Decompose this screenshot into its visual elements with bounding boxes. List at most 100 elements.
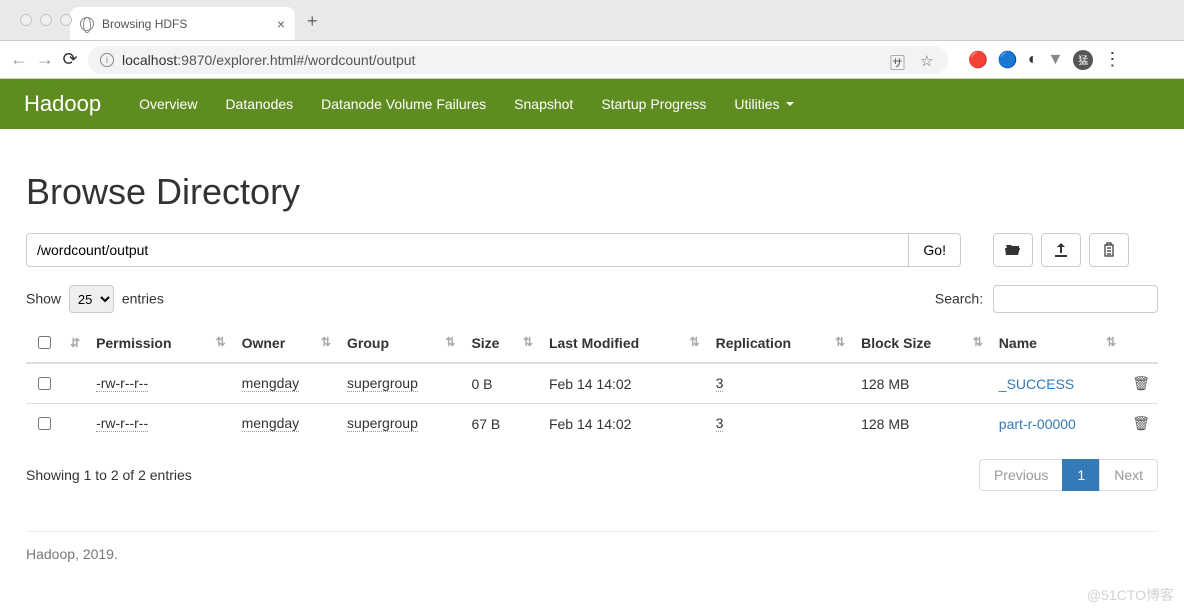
col-group[interactable]: Group⇅ <box>339 323 463 363</box>
col-size[interactable]: Size⇅ <box>463 323 540 363</box>
select-all-checkbox[interactable] <box>38 336 51 349</box>
window-controls[interactable] <box>8 14 84 26</box>
close-tab-icon[interactable]: × <box>277 16 285 32</box>
upload-icon <box>1053 242 1069 258</box>
url-host: localhost <box>122 52 177 68</box>
blocksize-text: 128 MB <box>853 404 991 444</box>
extension-icon-2[interactable]: 🔵 <box>998 50 1018 70</box>
permission-text[interactable]: -rw-r--r-- <box>96 415 148 432</box>
trash-icon[interactable]: 🗑 <box>1132 415 1150 431</box>
sort-icon: ⇅ <box>690 335 700 349</box>
forward-button[interactable]: → <box>36 49 52 70</box>
owner-text[interactable]: mengday <box>242 375 300 392</box>
page-title: Browse Directory <box>26 171 1158 213</box>
sort-icon: ⇅ <box>445 335 455 349</box>
previous-button[interactable]: Previous <box>979 459 1063 491</box>
url-bar: ← → ⟳ i localhost:9870/explorer.html#/wo… <box>0 41 1184 79</box>
sort-icon: ⇅ <box>216 335 226 349</box>
col-permission[interactable]: Permission⇅ <box>88 323 234 363</box>
col-owner[interactable]: Owner⇅ <box>234 323 339 363</box>
length-select[interactable]: 25 <box>69 285 114 313</box>
url-path: :9870/explorer.html#/wordcount/output <box>177 52 415 68</box>
extension-icon-3[interactable]: ◐ <box>1028 51 1038 69</box>
menu-icon[interactable]: ⋮ <box>1103 49 1119 70</box>
footer-text: Hadoop, 2019. <box>26 546 1158 562</box>
brand-label[interactable]: Hadoop <box>24 91 101 117</box>
browser-tab[interactable]: Browsing HDFS × <box>70 7 295 40</box>
sort-icon: ⇅ <box>835 335 845 349</box>
table-row: -rw-r--r-- mengday supergroup 67 B Feb 1… <box>26 404 1158 444</box>
chevron-down-icon <box>786 102 794 106</box>
nav-volume-failures[interactable]: Datanode Volume Failures <box>307 79 500 129</box>
hadoop-navbar: Hadoop Overview Datanodes Datanode Volum… <box>0 79 1184 129</box>
modified-text: Feb 14 14:02 <box>541 363 708 404</box>
row-checkbox[interactable] <box>38 417 51 430</box>
col-name[interactable]: Name⇅ <box>991 323 1124 363</box>
table-controls: Show 25 entries Search: <box>26 285 1158 313</box>
row-checkbox[interactable] <box>38 377 51 390</box>
nav-datanodes[interactable]: Datanodes <box>211 79 307 129</box>
tab-title: Browsing HDFS <box>102 17 187 31</box>
back-button[interactable]: ← <box>10 49 26 70</box>
cut-button[interactable] <box>1089 233 1129 267</box>
trash-icon[interactable]: 🗑 <box>1132 375 1150 391</box>
file-link[interactable]: _SUCCESS <box>999 376 1074 392</box>
size-text: 0 B <box>463 363 540 404</box>
size-text: 67 B <box>463 404 540 444</box>
table-row: -rw-r--r-- mengday supergroup 0 B Feb 14… <box>26 363 1158 404</box>
permission-text[interactable]: -rw-r--r-- <box>96 375 148 392</box>
col-modified[interactable]: Last Modified⇅ <box>541 323 708 363</box>
page-1-button[interactable]: 1 <box>1062 459 1100 491</box>
minimize-window-icon[interactable] <box>40 14 52 26</box>
translate-icon[interactable]: 🈂︎ <box>890 52 906 68</box>
create-folder-button[interactable] <box>993 233 1033 267</box>
nav-utilities-label: Utilities <box>734 96 779 112</box>
show-label: Show <box>26 291 61 307</box>
new-tab-button[interactable]: + <box>307 11 318 32</box>
extension-icon-1[interactable]: 🔴 <box>968 50 988 70</box>
replication-text[interactable]: 3 <box>716 375 724 392</box>
clipboard-icon <box>1101 242 1117 258</box>
extension-icon-4[interactable]: ▼ <box>1048 51 1064 69</box>
col-replication[interactable]: Replication⇅ <box>708 323 854 363</box>
reload-button[interactable]: ⟳ <box>62 49 78 70</box>
group-text[interactable]: supergroup <box>347 375 418 392</box>
nav-utilities[interactable]: Utilities <box>720 79 807 129</box>
sort-icon[interactable]: ⇵ <box>70 336 80 350</box>
sort-icon: ⇅ <box>523 335 533 349</box>
next-button[interactable]: Next <box>1099 459 1158 491</box>
upload-button[interactable] <box>1041 233 1081 267</box>
folder-open-icon <box>1005 242 1021 258</box>
pagination: Previous 1 Next <box>980 459 1158 491</box>
table-info: Showing 1 to 2 of 2 entries <box>26 467 192 483</box>
entries-label: entries <box>122 291 164 307</box>
file-link[interactable]: part-r-00000 <box>999 416 1076 432</box>
search-input[interactable] <box>993 285 1158 313</box>
go-button[interactable]: Go! <box>908 233 961 267</box>
directory-path-input[interactable] <box>26 233 909 267</box>
group-text[interactable]: supergroup <box>347 415 418 432</box>
nav-startup-progress[interactable]: Startup Progress <box>587 79 720 129</box>
search-label: Search: <box>935 291 983 307</box>
col-block-size[interactable]: Block Size⇅ <box>853 323 991 363</box>
browser-tab-bar: Browsing HDFS × + <box>0 0 1184 41</box>
sort-icon: ⇅ <box>1106 335 1116 349</box>
star-icon[interactable]: ☆ <box>920 52 936 68</box>
path-row: Go! <box>26 233 1158 267</box>
watermark: @51CTO博客 <box>1087 585 1174 605</box>
nav-snapshot[interactable]: Snapshot <box>500 79 587 129</box>
nav-overview[interactable]: Overview <box>125 79 211 129</box>
blocksize-text: 128 MB <box>853 363 991 404</box>
close-window-icon[interactable] <box>20 14 32 26</box>
sort-icon: ⇅ <box>973 335 983 349</box>
owner-text[interactable]: mengday <box>242 415 300 432</box>
zoom-window-icon[interactable] <box>60 14 72 26</box>
main-content: Browse Directory Go! Show 25 entries <box>0 129 1184 586</box>
address-bar[interactable]: i localhost:9870/explorer.html#/wordcoun… <box>88 46 948 74</box>
replication-text[interactable]: 3 <box>716 415 724 432</box>
site-info-icon[interactable]: i <box>100 53 114 67</box>
profile-avatar[interactable]: 猛 <box>1073 50 1093 70</box>
table-footer: Showing 1 to 2 of 2 entries Previous 1 N… <box>26 459 1158 491</box>
directory-table: ⇵ Permission⇅ Owner⇅ Group⇅ Size⇅ Last M… <box>26 323 1158 443</box>
globe-icon <box>80 17 94 31</box>
